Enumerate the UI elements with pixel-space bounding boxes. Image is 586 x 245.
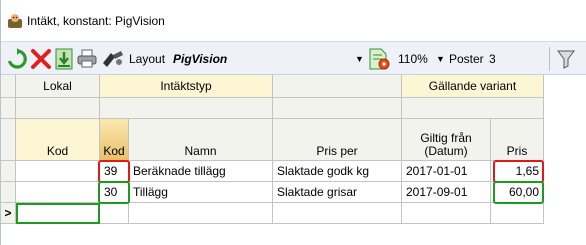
spacer-cell (273, 98, 402, 119)
new-row-cell[interactable] (491, 203, 544, 224)
records-count: 3 (489, 52, 496, 66)
layout-dropdown-arrow-icon[interactable]: ▼ (355, 47, 364, 71)
toolbar: Layout PigVision ▼ 110% ▼ Poster 3 (1, 41, 586, 75)
new-row-cell[interactable] (129, 203, 273, 224)
records-label: Poster (449, 52, 484, 66)
column-header-pris-per[interactable]: Pris per (273, 119, 402, 161)
refresh-icon (7, 48, 27, 69)
cell-pris-per[interactable]: Slaktade godk kg (273, 161, 402, 182)
spacer-cell (402, 98, 544, 119)
cell-lokal-kod[interactable] (16, 182, 100, 203)
column-header-kod[interactable]: Kod (100, 119, 129, 161)
zoom-config-icon (369, 48, 390, 70)
new-row-lokal-kod-input[interactable] (16, 203, 100, 224)
row-selector[interactable] (1, 161, 16, 182)
delete-button[interactable] (30, 47, 52, 71)
spacer-cell (1, 98, 16, 119)
layout-select[interactable]: PigVision (173, 47, 227, 71)
highlight-pris-row2 (493, 181, 544, 204)
layout-label: Layout (129, 52, 166, 66)
app-window: Intäkt, konstant: PigVision Layout PigVi… (0, 0, 586, 245)
cell-giltig-fran[interactable]: 2017-09-01 (402, 182, 491, 203)
highlight-kod-row2 (98, 181, 130, 204)
export-button[interactable] (55, 47, 75, 71)
delete-x-icon (31, 49, 51, 69)
column-header-giltig-fran[interactable]: Giltig från (Datum) (402, 119, 491, 161)
group-header-lokal: Lokal (16, 75, 100, 98)
column-header-pris[interactable]: Pris (491, 119, 544, 161)
spacer-cell (16, 98, 100, 119)
toolbar-separator (549, 47, 550, 71)
title-bar: Intäkt, konstant: PigVision (1, 0, 586, 32)
column-header-lokal-kod[interactable]: Kod (16, 119, 100, 161)
group-header-intaktstyp: Intäktstyp (100, 75, 273, 98)
zoom-dropdown-arrow-icon[interactable]: ▼ (436, 47, 445, 71)
group-header-gallande: Gällande variant (402, 75, 544, 98)
download-arrow-icon (55, 48, 73, 70)
highlight-kod-row1 (98, 160, 130, 183)
new-row-indicator[interactable]: > (1, 203, 16, 224)
zoom-value[interactable]: 110% (398, 47, 428, 71)
refresh-button[interactable] (6, 47, 28, 71)
cell-namn[interactable]: Tillägg (129, 182, 273, 203)
layout-tools-icon (103, 51, 123, 67)
filter-button[interactable] (557, 47, 577, 71)
new-row-cell[interactable] (273, 203, 402, 224)
layout-button[interactable] (101, 47, 125, 71)
zoom-button[interactable] (367, 47, 393, 71)
highlight-pris-row1 (493, 160, 544, 183)
filter-funnel-icon (557, 50, 575, 69)
column-header-giltig-fran-sublabel: (Datum) (424, 144, 468, 158)
print-button[interactable] (77, 47, 99, 71)
cell-pris-per[interactable]: Slaktade grisar (273, 182, 402, 203)
new-row-cell[interactable] (100, 203, 129, 224)
group-header-empty (273, 75, 402, 98)
cell-namn[interactable]: Beräknade tillägg (129, 161, 273, 182)
row-header-corner (1, 119, 16, 161)
pig-app-icon (8, 14, 22, 28)
cell-lokal-kod[interactable] (16, 161, 100, 182)
data-grid: Lokal Intäktstyp Gällande variant Kod Ko… (1, 75, 586, 245)
window-title: Intäkt, konstant: PigVision (27, 14, 165, 28)
cell-giltig-fran[interactable]: 2017-01-01 (402, 161, 491, 182)
new-row-cell[interactable] (402, 203, 491, 224)
printer-icon (77, 49, 97, 68)
corner-cell (1, 75, 16, 98)
spacer-cell (100, 98, 273, 119)
column-header-namn[interactable]: Namn (129, 119, 273, 161)
row-selector[interactable] (1, 182, 16, 203)
